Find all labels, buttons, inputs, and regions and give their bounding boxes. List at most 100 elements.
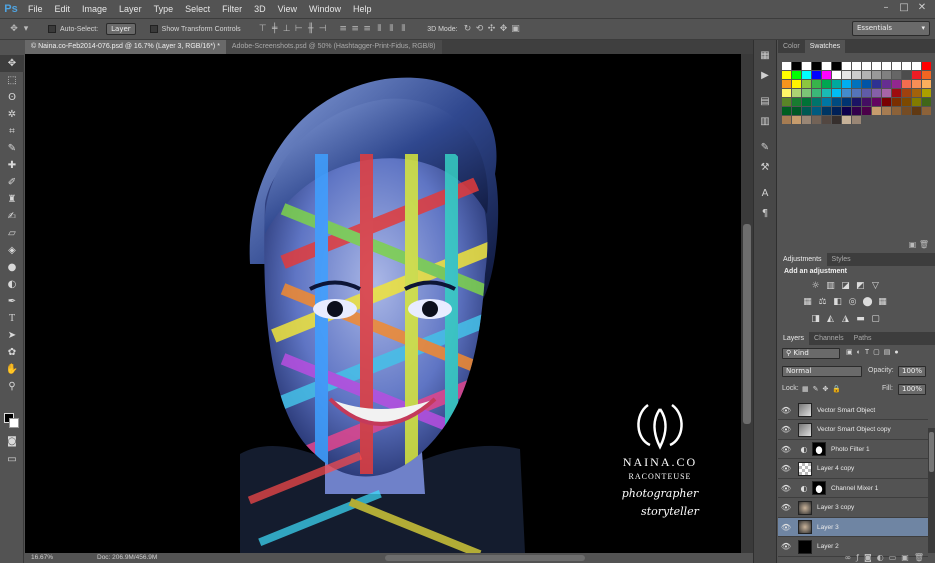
maximize-icon[interactable]: □: [898, 2, 910, 14]
swatch[interactable]: [812, 62, 821, 70]
tab-adjustments[interactable]: Adjustments: [778, 253, 827, 266]
layer-row[interactable]: 👁 Layer 3 copy: [778, 499, 928, 518]
document-tab-1[interactable]: © Naina.co-Feb2014-076.psd @ 16.7% (Laye…: [25, 40, 226, 54]
document-canvas[interactable]: NAINA.CO RACONTEUSE photographer storyte…: [25, 54, 741, 553]
color-lookup-icon[interactable]: ▦: [875, 296, 890, 309]
move-tool-icon[interactable]: ✥: [0, 55, 24, 72]
swatch[interactable]: [832, 89, 841, 97]
lock-position-icon[interactable]: ✥: [823, 386, 833, 393]
swatch[interactable]: [802, 80, 811, 88]
swatch[interactable]: [872, 107, 881, 115]
filter-smart-icon[interactable]: ▤: [884, 349, 895, 356]
layer-row[interactable]: 👁 Layer 4 copy: [778, 460, 928, 479]
menu-layer[interactable]: Layer: [113, 4, 148, 14]
quick-mask-icon[interactable]: ◙: [0, 433, 24, 450]
blend-mode-dropdown[interactable]: Normal: [782, 366, 862, 377]
swatch[interactable]: [832, 80, 841, 88]
dodge-tool-icon[interactable]: ◐: [0, 276, 24, 293]
swatch[interactable]: [812, 98, 821, 106]
info-panel-icon[interactable]: ▤: [754, 92, 776, 112]
swatch[interactable]: [822, 62, 831, 70]
tab-swatches[interactable]: Swatches: [804, 40, 846, 53]
swatch[interactable]: [902, 62, 911, 70]
swatch[interactable]: [892, 80, 901, 88]
3d-scale-icon[interactable]: ▣: [510, 23, 522, 35]
menu-window[interactable]: Window: [303, 4, 347, 14]
align-vcenter-icon[interactable]: ╪: [269, 23, 281, 35]
3d-roll-icon[interactable]: ⟲: [474, 23, 486, 35]
swatch[interactable]: [832, 107, 841, 115]
swatch[interactable]: [822, 107, 831, 115]
swatch[interactable]: [912, 98, 921, 106]
blur-tool-icon[interactable]: ●: [0, 259, 24, 276]
swatch[interactable]: [832, 116, 841, 124]
link-layers-icon[interactable]: ∞: [844, 553, 856, 562]
background-color-swatch[interactable]: [9, 418, 19, 428]
layer-thumbnail[interactable]: [798, 520, 812, 534]
clone-stamp-tool-icon[interactable]: ♜: [0, 191, 24, 208]
menu-edit[interactable]: Edit: [49, 4, 77, 14]
swatch[interactable]: [822, 71, 831, 79]
swatch[interactable]: [882, 71, 891, 79]
horizontal-scroll-thumb[interactable]: [385, 555, 585, 561]
swatch[interactable]: [882, 98, 891, 106]
swatch[interactable]: [792, 71, 801, 79]
swatch[interactable]: [852, 98, 861, 106]
zoom-level[interactable]: 16.67%: [31, 553, 53, 563]
swatch[interactable]: [912, 71, 921, 79]
swatch[interactable]: [792, 89, 801, 97]
tool-preset-dropdown-icon[interactable]: ▾: [20, 23, 32, 35]
eye-icon[interactable]: 👁: [778, 464, 794, 473]
hue-saturation-icon[interactable]: ▦: [800, 296, 815, 309]
swatch[interactable]: [872, 71, 881, 79]
tab-paths[interactable]: Paths: [849, 332, 877, 345]
swatch[interactable]: [842, 62, 851, 70]
swatch[interactable]: [862, 89, 871, 97]
swatch[interactable]: [812, 107, 821, 115]
menu-filter[interactable]: Filter: [216, 4, 248, 14]
swatch[interactable]: [852, 116, 861, 124]
swatch[interactable]: [882, 62, 891, 70]
swatch[interactable]: [922, 71, 931, 79]
swatch[interactable]: [912, 89, 921, 97]
layer-row[interactable]: 👁 Vector Smart Object: [778, 401, 928, 420]
layer-thumbnail[interactable]: [798, 539, 812, 554]
quick-select-tool-icon[interactable]: ✲: [0, 106, 24, 123]
distribute-bottom-icon[interactable]: ≡: [361, 23, 373, 35]
auto-select-checkbox[interactable]: Auto-Select:: [48, 25, 98, 33]
swatch[interactable]: [792, 80, 801, 88]
tab-color[interactable]: Color: [778, 40, 805, 53]
hand-tool-icon[interactable]: ✋: [0, 361, 24, 378]
swatch[interactable]: [782, 89, 791, 97]
threshold-icon[interactable]: ◮: [838, 313, 853, 326]
swatch[interactable]: [792, 62, 801, 70]
paragraph-panel-icon[interactable]: ¶: [754, 204, 776, 224]
swatch[interactable]: [892, 98, 901, 106]
3d-slide-icon[interactable]: ✥: [498, 23, 510, 35]
new-group-icon[interactable]: ▭: [889, 553, 902, 562]
curves-icon[interactable]: ◪: [838, 280, 853, 293]
opacity-input[interactable]: 100%: [898, 366, 926, 377]
swatch[interactable]: [802, 107, 811, 115]
swatch[interactable]: [852, 80, 861, 88]
character-panel-icon[interactable]: A: [754, 184, 776, 204]
swatch[interactable]: [802, 116, 811, 124]
lasso-tool-icon[interactable]: ʘ: [0, 89, 24, 106]
filter-adjustment-icon[interactable]: ◐: [857, 349, 865, 356]
swatch[interactable]: [832, 62, 841, 70]
layer-scroll-thumb[interactable]: [929, 432, 934, 472]
swatch[interactable]: [862, 98, 871, 106]
doc-size[interactable]: Doc: 206.9M/456.9M: [97, 553, 157, 563]
swatch[interactable]: [812, 89, 821, 97]
swatch[interactable]: [802, 71, 811, 79]
swatch[interactable]: [852, 89, 861, 97]
swatch[interactable]: [822, 116, 831, 124]
swatch[interactable]: [792, 116, 801, 124]
lock-pixels-icon[interactable]: ✎: [813, 386, 823, 393]
close-icon[interactable]: ✕: [916, 2, 928, 14]
scroll-thumb[interactable]: [743, 224, 751, 424]
align-left-icon[interactable]: ⊢: [293, 23, 305, 35]
swatch[interactable]: [882, 89, 891, 97]
layer-mask-thumbnail[interactable]: [812, 481, 826, 495]
swatch[interactable]: [912, 62, 921, 70]
